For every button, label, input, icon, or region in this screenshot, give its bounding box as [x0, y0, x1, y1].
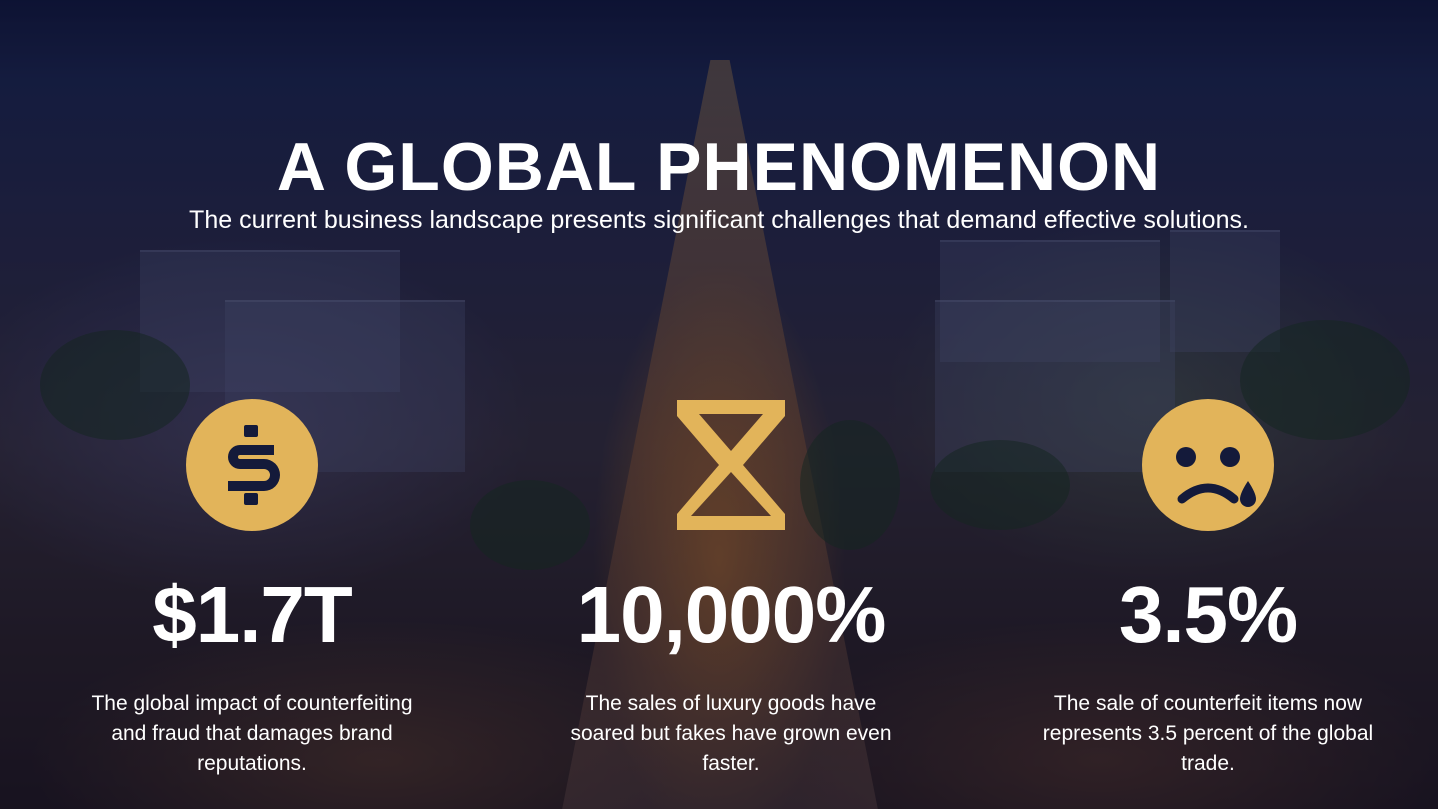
stat-value: 10,000%: [576, 570, 887, 659]
sad-face-icon: [1028, 395, 1388, 535]
stat-card-trade-share: 3.5% The sale of counterfeit items now r…: [1028, 395, 1388, 779]
hourglass-icon: [551, 395, 911, 535]
stat-value: 3.5%: [1118, 570, 1298, 659]
dollar-coin-icon: [72, 395, 432, 535]
stat-description: The global impact of counterfeiting and …: [91, 692, 413, 775]
stat-description: The sale of counterfeit items now repres…: [1042, 692, 1374, 775]
stat-description: The sales of luxury goods have soared bu…: [570, 692, 892, 775]
stat-value: $1.7T: [152, 570, 353, 659]
page-subtitle: The current business landscape presents …: [189, 206, 1249, 234]
page-title: A GLOBAL PHENOMENON: [276, 129, 1162, 205]
stat-card-growth: 10,000% The sales of luxury goods have s…: [551, 395, 911, 779]
stat-card-impact: $1.7T The global impact of counterfeitin…: [72, 395, 432, 779]
